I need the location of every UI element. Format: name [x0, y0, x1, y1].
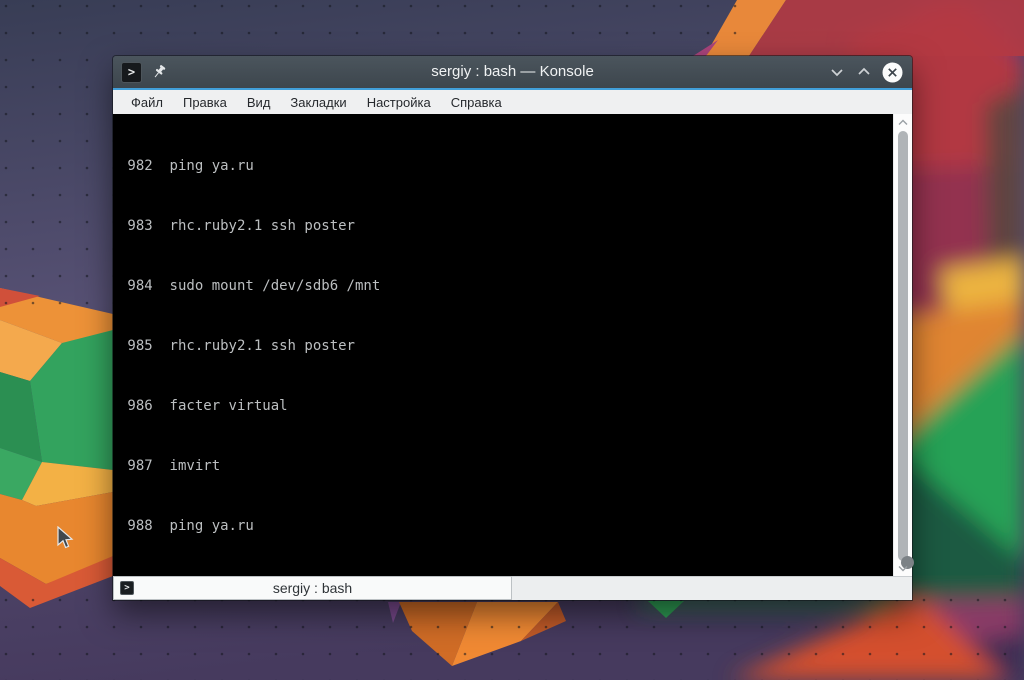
- history-number: 988: [127, 518, 153, 534]
- konsole-tab-icon: >: [120, 581, 134, 595]
- scroll-up-button[interactable]: [894, 115, 912, 129]
- menu-item-file[interactable]: Файл: [121, 95, 173, 110]
- history-number: 987: [127, 458, 153, 474]
- history-command: rhc.ruby2.1 ssh poster: [169, 338, 355, 354]
- pin-icon[interactable]: [151, 64, 167, 80]
- history-command: ping ya.ru: [169, 518, 254, 534]
- history-command: ping ya.ru: [169, 158, 254, 174]
- menubar: Файл Правка Вид Закладки Настройка Справ…: [113, 90, 912, 114]
- konsole-window: > sergiy : bash — Konsole Файл Правка Ви…: [113, 56, 914, 600]
- window-title: sergiy : bash — Konsole: [431, 63, 594, 80]
- menu-item-bookmarks[interactable]: Закладки: [280, 95, 356, 110]
- maximize-button[interactable]: [855, 63, 873, 81]
- history-line: 982 ping ya.ru: [119, 156, 893, 176]
- history-command: sudo mount /dev/sdb6 /mnt: [169, 278, 381, 294]
- history-number: 985: [127, 338, 153, 354]
- history-number: 984: [127, 278, 153, 294]
- tab-icon-glyph: >: [124, 583, 130, 593]
- history-command: facter virtual: [169, 398, 288, 414]
- history-command: imvirt: [169, 458, 221, 474]
- mouse-cursor: [57, 526, 74, 549]
- menu-item-edit[interactable]: Правка: [173, 95, 237, 110]
- close-button[interactable]: [882, 62, 903, 83]
- tab-sergiy-bash[interactable]: > sergiy : bash: [113, 576, 512, 600]
- history-number: 982: [127, 158, 153, 174]
- scrollbar-thumb[interactable]: [898, 131, 914, 569]
- history-line: 983 rhc.ruby2.1 ssh poster: [119, 216, 893, 236]
- scrollbar[interactable]: [893, 114, 914, 576]
- history-number: 986: [127, 398, 153, 414]
- history-line: 988 ping ya.ru: [119, 516, 893, 536]
- tabbar-empty-area[interactable]: [512, 577, 912, 600]
- history-number: 983: [127, 218, 153, 234]
- history-line: 985 rhc.ruby2.1 ssh poster: [119, 336, 893, 356]
- konsole-app-icon[interactable]: >: [121, 61, 142, 83]
- history-command: rhc.ruby2.1 ssh poster: [169, 218, 355, 234]
- minimize-button[interactable]: [828, 63, 846, 81]
- tab-label: sergiy : bash: [272, 580, 353, 596]
- menu-item-view[interactable]: Вид: [237, 95, 281, 110]
- konsole-icon-glyph: >: [127, 64, 136, 79]
- history-line: 987 imvirt: [119, 456, 893, 476]
- titlebar[interactable]: > sergiy : bash — Konsole: [113, 56, 912, 88]
- desktop: > sergiy : bash — Konsole Файл Правка Ви…: [0, 0, 1024, 680]
- menu-item-help[interactable]: Справка: [441, 95, 512, 110]
- history-line: 986 facter virtual: [119, 396, 893, 416]
- menu-item-settings[interactable]: Настройка: [357, 95, 441, 110]
- tabbar: > sergiy : bash: [113, 576, 912, 600]
- terminal-screen[interactable]: 982 ping ya.ru 983 rhc.ruby2.1 ssh poster …: [113, 114, 893, 576]
- scroll-down-button[interactable]: [894, 561, 912, 575]
- history-line: 984 sudo mount /dev/sdb6 /mnt: [119, 276, 893, 296]
